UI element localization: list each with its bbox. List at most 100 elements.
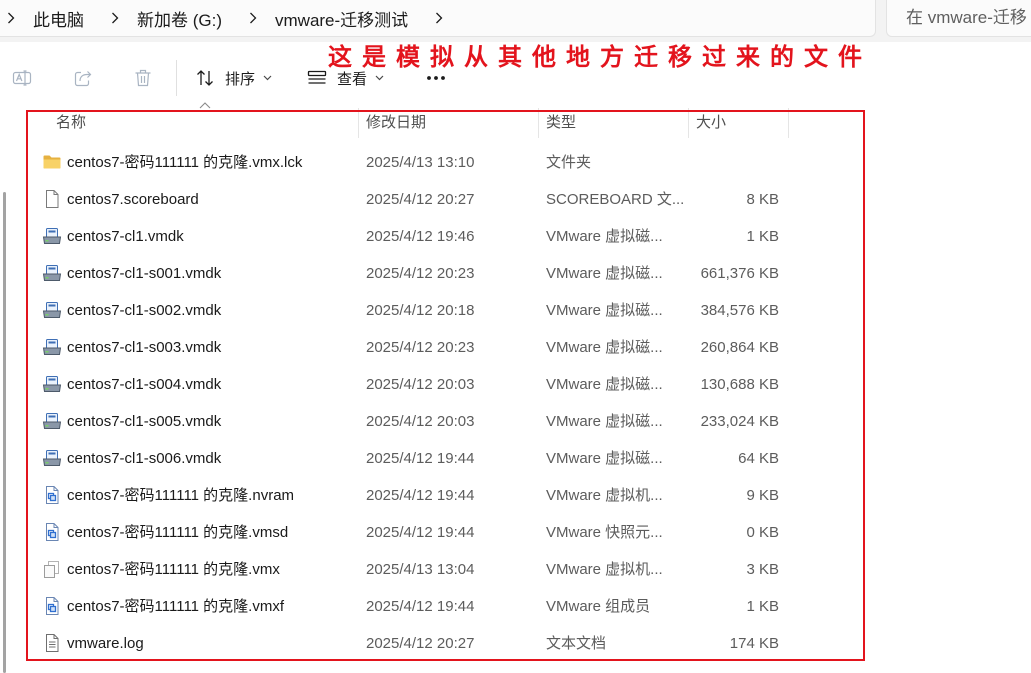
folder-icon: [42, 152, 62, 172]
navigation-pane-scrollbar[interactable]: [3, 192, 6, 673]
file-name: centos7-cl1-s005.vmdk: [67, 413, 222, 430]
column-divider[interactable]: [788, 108, 789, 138]
file-name: centos7-cl1-s004.vmdk: [67, 376, 222, 393]
column-header-row: 名称 修改日期 类型 大小: [0, 108, 1031, 138]
view-list-icon: [307, 68, 327, 88]
sort-button[interactable]: 排序: [191, 62, 276, 94]
column-divider[interactable]: [688, 108, 689, 138]
file-name: centos7-密码111111 的克隆.vmsd: [67, 524, 289, 541]
file-size: 174 KB: [729, 635, 779, 652]
file-modified: 2025/4/13 13:04: [366, 561, 475, 578]
file-size: 1 KB: [746, 228, 779, 245]
column-header-size[interactable]: 大小: [696, 110, 726, 136]
delete-button[interactable]: [129, 62, 157, 94]
chevron-right-icon[interactable]: [111, 12, 119, 24]
file-row[interactable]: centos7-密码111111 的克隆.vmsd 2025/4/12 19:4…: [0, 514, 1031, 551]
file-row[interactable]: centos7-密码111111 的克隆.vmx 2025/4/13 13:04…: [0, 551, 1031, 588]
chevron-up-icon: [199, 102, 211, 109]
file-modified: 2025/4/12 20:27: [366, 635, 475, 652]
file-modified: 2025/4/12 20:18: [366, 302, 475, 319]
file-type: VMware 虚拟磁...: [546, 265, 663, 282]
file-size: 9 KB: [746, 487, 779, 504]
file-row[interactable]: centos7-密码111111 的克隆.vmxf 2025/4/12 19:4…: [0, 588, 1031, 625]
breadcrumb-drive-g[interactable]: 新加卷 (G:): [137, 6, 222, 31]
file-size: 233,024 KB: [700, 413, 779, 430]
vmware-document-icon: [42, 485, 62, 505]
file-name: centos7-密码111111 的克隆.nvram: [67, 487, 295, 504]
file-type: VMware 虚拟磁...: [546, 302, 663, 319]
file-row[interactable]: vmware.log 2025/4/12 20:27 文本文档 174 KB: [0, 625, 1031, 662]
virtual-disk-icon: [42, 300, 62, 320]
file-row[interactable]: centos7.scoreboard 2025/4/12 20:27 SCORE…: [0, 181, 1031, 218]
file-modified: 2025/4/12 19:44: [366, 487, 475, 504]
file-modified: 2025/4/12 20:23: [366, 339, 475, 356]
search-box[interactable]: [886, 0, 1031, 37]
file-modified: 2025/4/12 20:03: [366, 376, 475, 393]
file-modified: 2025/4/12 19:46: [366, 228, 475, 245]
file-name: centos7-密码111111 的克隆.vmx: [67, 561, 280, 578]
file-name: centos7.scoreboard: [67, 191, 199, 208]
sort-label: 排序: [225, 70, 256, 88]
chevron-right-icon[interactable]: [435, 12, 443, 24]
file-name: centos7-cl1-s001.vmdk: [67, 265, 222, 282]
chevron-down-icon: [375, 75, 384, 81]
file-type: VMware 虚拟磁...: [546, 413, 663, 430]
file-row[interactable]: centos7-cl1-s005.vmdk 2025/4/12 20:03 VM…: [0, 403, 1031, 440]
virtual-disk-icon: [42, 411, 62, 431]
file-row[interactable]: centos7-cl1-s006.vmdk 2025/4/12 19:44 VM…: [0, 440, 1031, 477]
column-header-name[interactable]: 名称: [56, 110, 86, 136]
file-modified: 2025/4/12 19:44: [366, 524, 475, 541]
toolbar-divider: [176, 60, 177, 96]
share-button[interactable]: [69, 62, 97, 94]
file-size: 661,376 KB: [700, 265, 779, 282]
file-size: 130,688 KB: [700, 376, 779, 393]
rename-button[interactable]: [8, 62, 36, 94]
delete-icon: [133, 68, 153, 88]
column-divider[interactable]: [538, 108, 539, 138]
file-modified: 2025/4/12 19:44: [366, 450, 475, 467]
column-header-modified[interactable]: 修改日期: [366, 110, 426, 136]
file-name: centos7-密码111111 的克隆.vmx.lck: [67, 154, 303, 171]
chevron-right-icon[interactable]: [249, 12, 257, 24]
file-modified: 2025/4/12 20:03: [366, 413, 475, 430]
file-type: VMware 快照元...: [546, 524, 663, 541]
chevron-down-icon: [263, 75, 272, 81]
file-size: 64 KB: [738, 450, 779, 467]
file-row[interactable]: centos7-cl1-s003.vmdk 2025/4/12 20:23 VM…: [0, 329, 1031, 366]
file-row[interactable]: centos7-密码111111 的克隆.vmx.lck 2025/4/13 1…: [0, 144, 1031, 181]
file-name: centos7-cl1-s006.vmdk: [67, 450, 222, 467]
file-type: VMware 虚拟磁...: [546, 228, 663, 245]
virtual-disk-icon: [42, 448, 62, 468]
virtual-disk-icon: [42, 226, 62, 246]
file-type: VMware 虚拟磁...: [546, 450, 663, 467]
file-list: centos7-密码111111 的克隆.vmx.lck 2025/4/13 1…: [0, 144, 1031, 662]
virtual-disk-icon: [42, 337, 62, 357]
breadcrumb-this-pc[interactable]: 此电脑: [33, 6, 84, 31]
file-name: centos7-密码111111 的克隆.vmxf: [67, 598, 285, 615]
file-type: VMware 虚拟机...: [546, 561, 663, 578]
column-header-type[interactable]: 类型: [546, 110, 576, 136]
file-name: vmware.log: [67, 635, 144, 652]
file-size: 8 KB: [746, 191, 779, 208]
file-row[interactable]: centos7-密码111111 的克隆.nvram 2025/4/12 19:…: [0, 477, 1031, 514]
breadcrumb-current-folder[interactable]: vmware-迁移测试: [275, 6, 408, 31]
file-row[interactable]: centos7-cl1.vmdk 2025/4/12 19:46 VMware …: [0, 218, 1031, 255]
file-size: 1 KB: [746, 598, 779, 615]
column-divider[interactable]: [358, 108, 359, 138]
chevron-right-icon[interactable]: [7, 12, 15, 24]
file-size: 3 KB: [746, 561, 779, 578]
vmware-document-icon: [42, 596, 62, 616]
vmware-document-icon: [42, 522, 62, 542]
file-modified: 2025/4/13 13:10: [366, 154, 475, 171]
file-type: VMware 虚拟磁...: [546, 339, 663, 356]
file-row[interactable]: centos7-cl1-s002.vmdk 2025/4/12 20:18 VM…: [0, 292, 1031, 329]
file-row[interactable]: centos7-cl1-s004.vmdk 2025/4/12 20:03 VM…: [0, 366, 1031, 403]
text-document-icon: [42, 633, 62, 653]
address-bar[interactable]: 此电脑 新加卷 (G:) vmware-迁移测试: [0, 0, 876, 37]
file-type: 文本文档: [546, 635, 607, 652]
search-input[interactable]: [887, 0, 1031, 36]
file-size: 260,864 KB: [700, 339, 779, 356]
file-row[interactable]: centos7-cl1-s001.vmdk 2025/4/12 20:23 VM…: [0, 255, 1031, 292]
rename-icon: [12, 68, 32, 88]
file-type: 文件夹: [546, 154, 592, 171]
